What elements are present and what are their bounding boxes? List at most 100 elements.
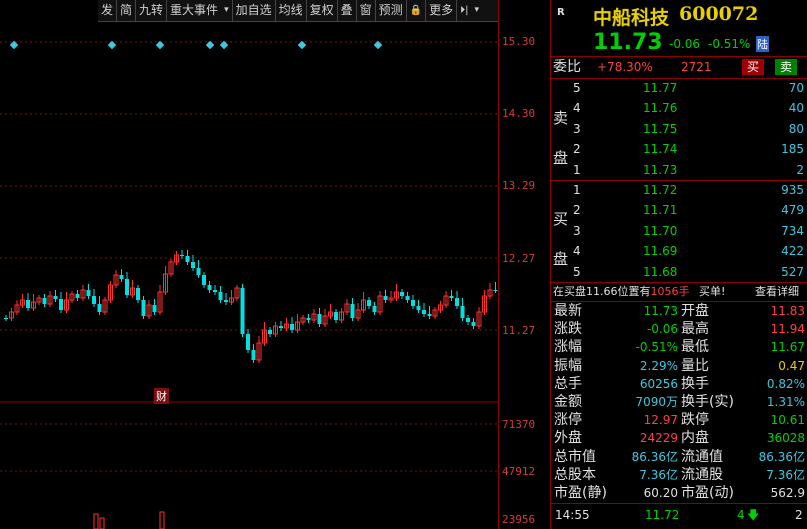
notice-pre: 在买盘: [553, 285, 586, 298]
quote-row: 涨停 12.97 跌停 10.61: [551, 411, 807, 429]
quote-row: 涨幅 -0.51% 最低 11.67: [551, 338, 807, 356]
candle-body: [86, 290, 91, 296]
lock-icon[interactable]: 🔒: [407, 0, 427, 21]
quote-value: 7.36亿: [639, 467, 678, 482]
quote-label: 金额: [554, 394, 582, 410]
candle-body: [240, 288, 245, 334]
ask-volume: 185: [781, 142, 804, 157]
quote-row: 振幅 2.29% 量比 0.47: [551, 357, 807, 375]
quote-row: 市盈(静) 60.20 市盈(动) 562.9: [551, 484, 807, 502]
toolbar-forecast-button[interactable]: 预测: [376, 0, 407, 21]
candle-body: [136, 288, 140, 300]
weibi-ratio: +78.30%: [597, 60, 653, 74]
candle-body: [372, 306, 377, 312]
toolbar-major-events-button[interactable]: 重大事件: [167, 0, 221, 21]
candle-body: [42, 298, 47, 304]
ask-level: 3: [573, 121, 581, 136]
market-badge: 陆: [756, 36, 769, 52]
kline-chart-area[interactable]: 财: [0, 0, 498, 529]
bid-row[interactable]: 4 11.69 422: [551, 241, 807, 261]
ask-price: 11.76: [643, 101, 678, 116]
quote-value: 10.61: [770, 413, 805, 428]
quote-label: 最新: [554, 303, 582, 319]
candle-body: [246, 334, 250, 350]
toolbar-nine-turn-button[interactable]: 九转: [136, 0, 168, 21]
bid-price: 11.72: [643, 183, 678, 197]
quote-value: 7090万: [635, 395, 678, 409]
quote-row: 涨跌 -0.06 最高 11.94: [551, 320, 807, 338]
candle-body: [306, 318, 311, 320]
ask-row[interactable]: 3 11.75 80: [551, 119, 807, 139]
quote-label: 总股本: [554, 466, 596, 483]
volume-bar: [159, 511, 165, 529]
ask-volume: 40: [788, 101, 804, 116]
toolbar-ma-button[interactable]: 均线: [276, 0, 307, 21]
buy-button[interactable]: 买: [742, 59, 765, 75]
toolbar-dropdown-icon[interactable]: ▾: [221, 0, 233, 21]
candle-body: [455, 298, 459, 306]
bid-volume: 935: [781, 183, 804, 197]
candle-body: [449, 296, 454, 298]
toolbar-overlay-button[interactable]: 叠: [338, 0, 357, 21]
quote-label: 量比: [681, 357, 709, 374]
quote-row: 最新 11.73 开盘 11.83: [551, 302, 807, 320]
play-end-icon[interactable]: ⏵|: [457, 0, 471, 21]
current-price: 11.73: [593, 30, 663, 55]
quote-label: 最低: [681, 339, 709, 356]
candle-body: [59, 299, 63, 310]
bid-level: 1: [573, 183, 581, 197]
ask-row[interactable]: 4 11.76 40: [551, 98, 807, 118]
quote-row: 总市值 86.36亿 流通值 86.36亿: [551, 448, 807, 466]
quote-label: 换手(实): [681, 394, 734, 410]
event-diamond-icon: [205, 40, 215, 50]
price-change-pct: -0.51%: [708, 37, 751, 51]
ask-row[interactable]: 2 11.74 185: [551, 139, 807, 159]
r-badge: R: [557, 7, 565, 18]
candle-body: [97, 304, 102, 312]
ask-level: 1: [573, 162, 581, 177]
candle-body: [92, 296, 96, 304]
toolbar-adjust-button[interactable]: 复权: [307, 0, 338, 21]
toolbar-end-dropdown-icon[interactable]: ▾: [472, 0, 483, 21]
candle-body: [405, 296, 410, 300]
bid-row[interactable]: 5 11.68 527: [551, 262, 807, 282]
quote-value: -0.51%: [635, 340, 678, 355]
volume-bar: [99, 517, 105, 529]
quote-label: 总市值: [554, 448, 596, 465]
ask-price: 11.75: [643, 121, 678, 136]
candle-body: [416, 306, 421, 310]
candle-body: [191, 262, 195, 268]
view-detail-link[interactable]: 查看详细: [755, 283, 799, 301]
price-tick: 13.29: [502, 179, 536, 192]
ask-row[interactable]: 5 11.77 70: [551, 78, 807, 98]
candle-body: [218, 292, 223, 300]
ask-volume: 70: [788, 81, 804, 95]
price-axis: 15.30 14.30 13.29 12.27 11.27 71370 4791…: [498, 0, 551, 529]
candle-body: [185, 256, 190, 262]
price-header: 11.73 -0.06 -0.51% 陆: [551, 30, 807, 56]
ask-row[interactable]: 1 11.73 2: [551, 160, 807, 180]
candle-body: [26, 300, 30, 308]
candlestick-chart[interactable]: [0, 0, 498, 529]
bid-row[interactable]: 1 11.72 935: [551, 180, 807, 200]
event-diamond-icon: [155, 40, 165, 50]
financial-report-marker[interactable]: 财: [154, 388, 169, 404]
large-order-notice[interactable]: 在买盘11.66位置有1056手 买单! 查看详细: [551, 283, 807, 301]
toolbar-window-button[interactable]: 窗: [357, 0, 376, 21]
quote-label: 流通值: [681, 448, 723, 465]
bid-row[interactable]: 2 11.71 479: [551, 200, 807, 220]
ask-price: 11.77: [643, 81, 678, 95]
toolbar-simple-button[interactable]: 简: [117, 0, 137, 21]
sell-button[interactable]: 卖: [775, 59, 798, 75]
tick-time: 14:55: [555, 508, 590, 522]
price-tick: 11.27: [502, 324, 536, 337]
bid-row[interactable]: 3 11.70 734: [551, 221, 807, 241]
quote-label: 内盘: [681, 430, 709, 447]
bid-volume: 479: [781, 203, 804, 218]
quote-value: 24229: [639, 431, 678, 446]
toolbar-more-button[interactable]: 更多: [426, 0, 458, 21]
toolbar-add-watchlist-button[interactable]: 加自选: [233, 0, 276, 21]
toolbar-fa-button[interactable]: 发: [98, 0, 118, 21]
quote-value: 11.73: [643, 304, 678, 318]
candle-body: [4, 318, 8, 319]
